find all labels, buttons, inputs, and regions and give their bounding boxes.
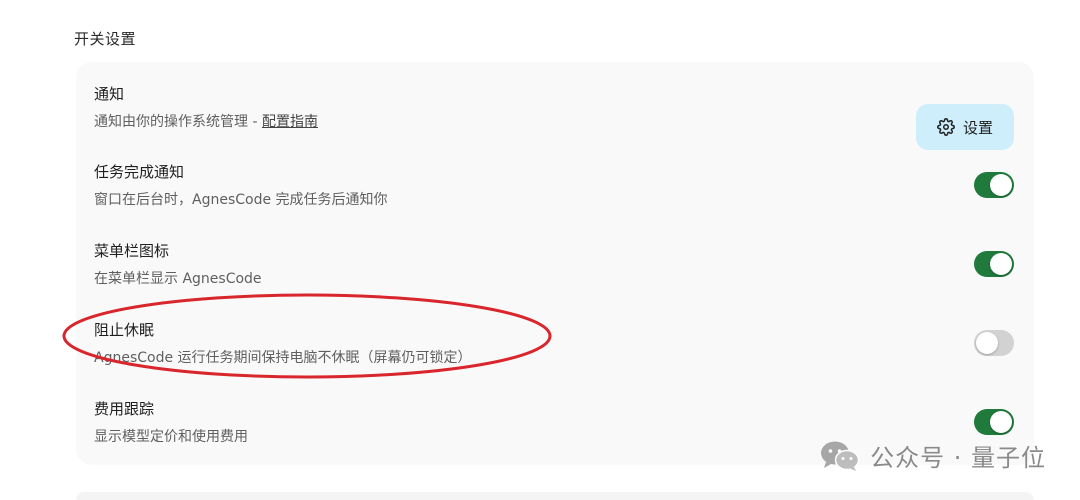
config-guide-link[interactable]: 配置指南 [262, 114, 318, 130]
setting-desc: 在菜单栏显示 AgnesCode [94, 271, 262, 287]
setting-row-menubar-icon: 菜单栏图标 在菜单栏显示 AgnesCode [94, 241, 1024, 301]
setting-desc: 显示模型定价和使用费用 [94, 429, 248, 445]
cost-tracking-toggle[interactable] [974, 409, 1014, 435]
gear-icon [937, 118, 955, 136]
setting-row-notifications: 通知 通知由你的操作系统管理 - 配置指南 设置 [94, 84, 1024, 150]
setting-desc: 通知由你的操作系统管理 - 配置指南 [94, 112, 318, 132]
setting-title: 菜单栏图标 [94, 242, 170, 260]
toggle-knob [976, 332, 998, 354]
prevent-sleep-toggle[interactable] [974, 330, 1014, 356]
task-complete-toggle[interactable] [974, 172, 1014, 198]
setting-row-task-complete: 任务完成通知 窗口在后台时，AgnesCode 完成任务后通知你 [94, 162, 1024, 222]
settings-button-label: 设置 [962, 118, 993, 137]
toggle-knob [990, 174, 1012, 196]
toggle-knob [990, 411, 1012, 433]
section-title: 开关设置 [74, 30, 137, 48]
setting-title: 阻止休眠 [94, 321, 155, 339]
setting-title: 通知 [94, 85, 125, 103]
settings-button[interactable]: 设置 [916, 104, 1014, 150]
watermark: 公众号 · 量子位 [820, 438, 1046, 473]
setting-desc-text: 通知由你的操作系统管理 - [94, 114, 262, 130]
setting-desc: 窗口在后台时，AgnesCode 完成任务后通知你 [94, 192, 388, 208]
toggle-knob [990, 253, 1012, 275]
menubar-icon-toggle[interactable] [974, 251, 1014, 277]
setting-desc: AgnesCode 运行任务期间保持电脑不休眠（屏幕仍可锁定） [94, 350, 472, 366]
setting-title: 任务完成通知 [94, 163, 185, 181]
watermark-text: 公众号 · 量子位 [870, 444, 1046, 472]
setting-title: 费用跟踪 [94, 400, 155, 418]
setting-row-prevent-sleep: 阻止休眠 AgnesCode 运行任务期间保持电脑不休眠（屏幕仍可锁定） [94, 320, 1024, 380]
wechat-icon [821, 441, 860, 471]
next-card-edge [76, 492, 1034, 500]
settings-card: 通知 通知由你的操作系统管理 - 配置指南 设置 任务完成通知 窗口在后台时，A… [76, 62, 1034, 465]
